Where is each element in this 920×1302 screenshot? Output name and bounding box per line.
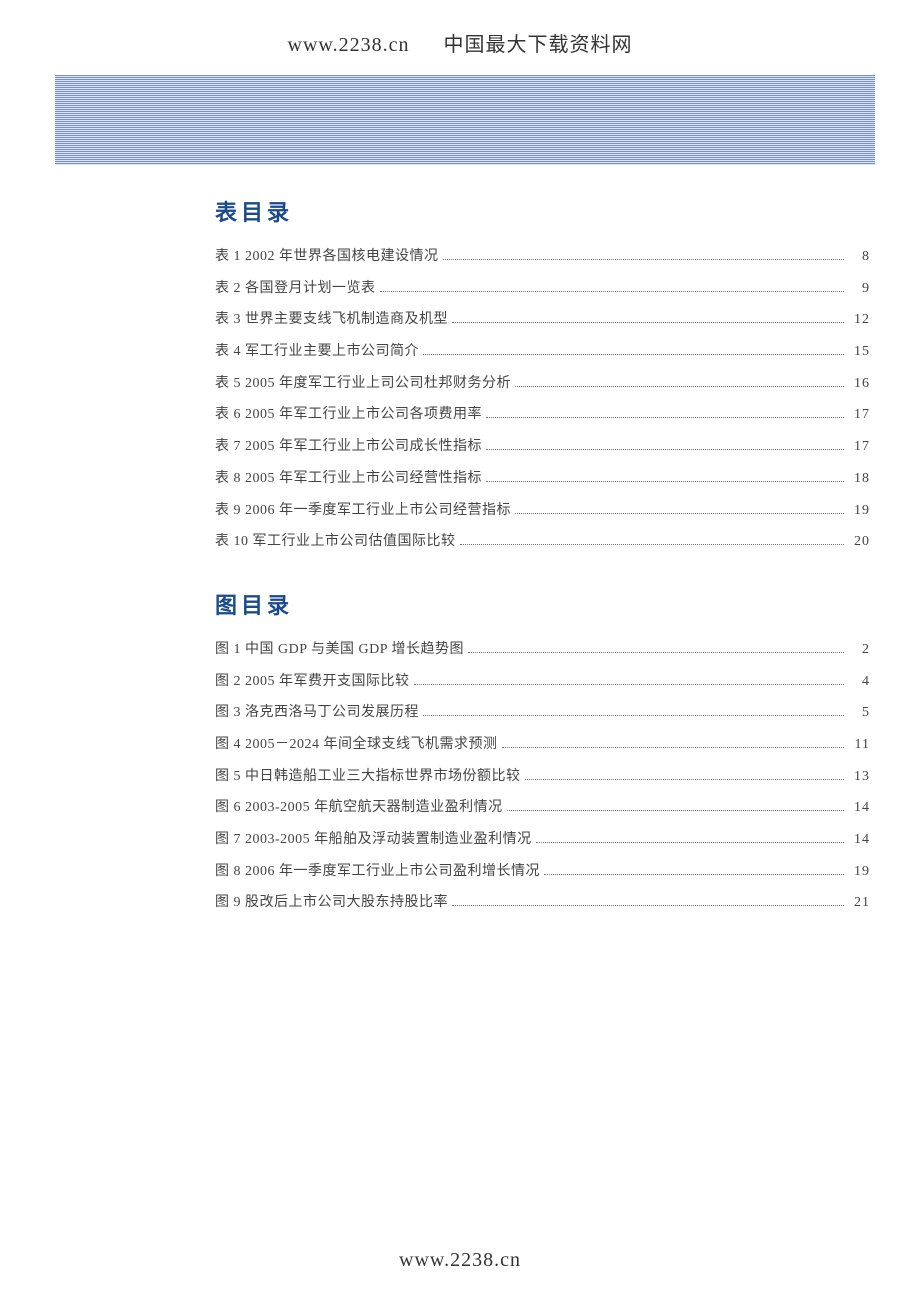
- toc-leader: [452, 905, 844, 906]
- header-url: www.2238.cn: [288, 34, 410, 56]
- toc-entry: 表 6 2005 年军工行业上市公司各项费用率 17: [215, 399, 870, 431]
- toc-label: 表 7 2005 年军工行业上市公司成长性指标: [215, 436, 482, 458]
- toc-leader: [544, 874, 844, 875]
- toc-page: 5: [848, 702, 870, 724]
- toc-page: 2: [848, 639, 870, 661]
- toc-page: 16: [848, 373, 870, 395]
- toc-label: 图 8 2006 年一季度军工行业上市公司盈利增长情况: [215, 861, 540, 883]
- toc-entry: 图 5 中日韩造船工业三大指标世界市场份额比较 13: [215, 761, 870, 793]
- toc-leader: [414, 684, 845, 685]
- toc-leader: [486, 417, 844, 418]
- toc-leader: [460, 544, 845, 545]
- toc-entry: 表 5 2005 年度军工行业上司公司杜邦财务分析 16: [215, 368, 870, 400]
- header-title: 中国最大下载资料网: [443, 34, 632, 56]
- toc-leader: [507, 810, 844, 811]
- toc-leader: [443, 259, 845, 260]
- toc-entry: 表 9 2006 年一季度军工行业上市公司经营指标 19: [215, 495, 870, 527]
- toc-page: 11: [848, 734, 870, 756]
- toc-entry: 图 3 洛克西洛马丁公司发展历程 5: [215, 697, 870, 729]
- toc-page: 20: [848, 531, 870, 553]
- toc-leader: [515, 386, 844, 387]
- toc-label: 图 2 2005 年军费开支国际比较: [215, 671, 410, 693]
- page-footer: www.2238.cn: [0, 1249, 920, 1272]
- toc-entry: 表 1 2002 年世界各国核电建设情况 8: [215, 241, 870, 273]
- toc-page: 15: [848, 341, 870, 363]
- toc-entry: 表 2 各国登月计划一览表 9: [215, 273, 870, 305]
- section-heading-tables: 表目录: [215, 195, 870, 227]
- toc-entry: 表 8 2005 年军工行业上市公司经营性指标 18: [215, 463, 870, 495]
- toc-entry: 图 4 2005－2024 年间全球支线飞机需求预测 11: [215, 729, 870, 761]
- toc-entry: 图 9 股改后上市公司大股东持股比率 21: [215, 887, 870, 919]
- toc-label: 图 9 股改后上市公司大股东持股比率: [215, 892, 448, 914]
- toc-label: 图 5 中日韩造船工业三大指标世界市场份额比较: [215, 766, 521, 788]
- toc-label: 表 5 2005 年度军工行业上司公司杜邦财务分析: [215, 373, 511, 395]
- section-heading-figures: 图目录: [215, 588, 870, 620]
- toc-entry: 表 3 世界主要支线飞机制造商及机型 12: [215, 304, 870, 336]
- toc-leader: [536, 842, 844, 843]
- toc-entry: 图 7 2003-2005 年船舶及浮动装置制造业盈利情况 14: [215, 824, 870, 856]
- toc-figures: 图 1 中国 GDP 与美国 GDP 增长趋势图 2 图 2 2005 年军费开支…: [215, 634, 870, 919]
- toc-label: 表 8 2005 年军工行业上市公司经营性指标: [215, 468, 482, 490]
- toc-label: 表 3 世界主要支线飞机制造商及机型: [215, 309, 448, 331]
- toc-label: 表 10 军工行业上市公司估值国际比较: [215, 531, 456, 553]
- toc-entry: 图 6 2003-2005 年航空航天器制造业盈利情况 14: [215, 792, 870, 824]
- toc-page: 8: [848, 246, 870, 268]
- toc-page: 9: [848, 278, 870, 300]
- toc-leader: [452, 322, 844, 323]
- toc-entry: 表 7 2005 年军工行业上市公司成长性指标 17: [215, 431, 870, 463]
- toc-label: 图 1 中国 GDP 与美国 GDP 增长趋势图: [215, 639, 464, 661]
- toc-page: 12: [848, 309, 870, 331]
- toc-leader: [486, 449, 844, 450]
- toc-leader: [515, 513, 844, 514]
- toc-page: 14: [848, 829, 870, 851]
- toc-page: 19: [848, 861, 870, 883]
- toc-leader: [502, 747, 845, 748]
- toc-label: 表 2 各国登月计划一览表: [215, 278, 376, 300]
- toc-tables: 表 1 2002 年世界各国核电建设情况 8 表 2 各国登月计划一览表 9 表 3…: [215, 241, 870, 558]
- toc-label: 表 6 2005 年军工行业上市公司各项费用率: [215, 404, 482, 426]
- toc-entry: 图 2 2005 年军费开支国际比较 4: [215, 666, 870, 698]
- toc-leader: [423, 715, 844, 716]
- toc-entry: 表 10 军工行业上市公司估值国际比较 20: [215, 526, 870, 558]
- toc-page: 17: [848, 436, 870, 458]
- toc-label: 表 1 2002 年世界各国核电建设情况: [215, 246, 439, 268]
- toc-entry: 表 4 军工行业主要上市公司简介 15: [215, 336, 870, 368]
- toc-entry: 图 8 2006 年一季度军工行业上市公司盈利增长情况 19: [215, 856, 870, 888]
- decorative-band: [55, 75, 875, 165]
- toc-leader: [525, 779, 845, 780]
- toc-page: 13: [848, 766, 870, 788]
- toc-label: 图 4 2005－2024 年间全球支线飞机需求预测: [215, 734, 498, 756]
- toc-page: 14: [848, 797, 870, 819]
- page-header: www.2238.cn 中国最大下载资料网: [0, 0, 920, 75]
- toc-leader: [468, 652, 844, 653]
- toc-leader: [486, 481, 844, 482]
- toc-label: 表 9 2006 年一季度军工行业上市公司经营指标: [215, 500, 511, 522]
- toc-page: 18: [848, 468, 870, 490]
- toc-page: 17: [848, 404, 870, 426]
- toc-page: 19: [848, 500, 870, 522]
- content-area: 表目录 表 1 2002 年世界各国核电建设情况 8 表 2 各国登月计划一览表 9…: [215, 195, 870, 919]
- toc-leader: [423, 354, 844, 355]
- toc-page: 4: [848, 671, 870, 693]
- toc-label: 图 7 2003-2005 年船舶及浮动装置制造业盈利情况: [215, 829, 532, 851]
- toc-page: 21: [848, 892, 870, 914]
- toc-label: 表 4 军工行业主要上市公司简介: [215, 341, 419, 363]
- toc-label: 图 3 洛克西洛马丁公司发展历程: [215, 702, 419, 724]
- toc-leader: [380, 291, 845, 292]
- toc-label: 图 6 2003-2005 年航空航天器制造业盈利情况: [215, 797, 503, 819]
- footer-url: www.2238.cn: [399, 1249, 521, 1271]
- toc-entry: 图 1 中国 GDP 与美国 GDP 增长趋势图 2: [215, 634, 870, 666]
